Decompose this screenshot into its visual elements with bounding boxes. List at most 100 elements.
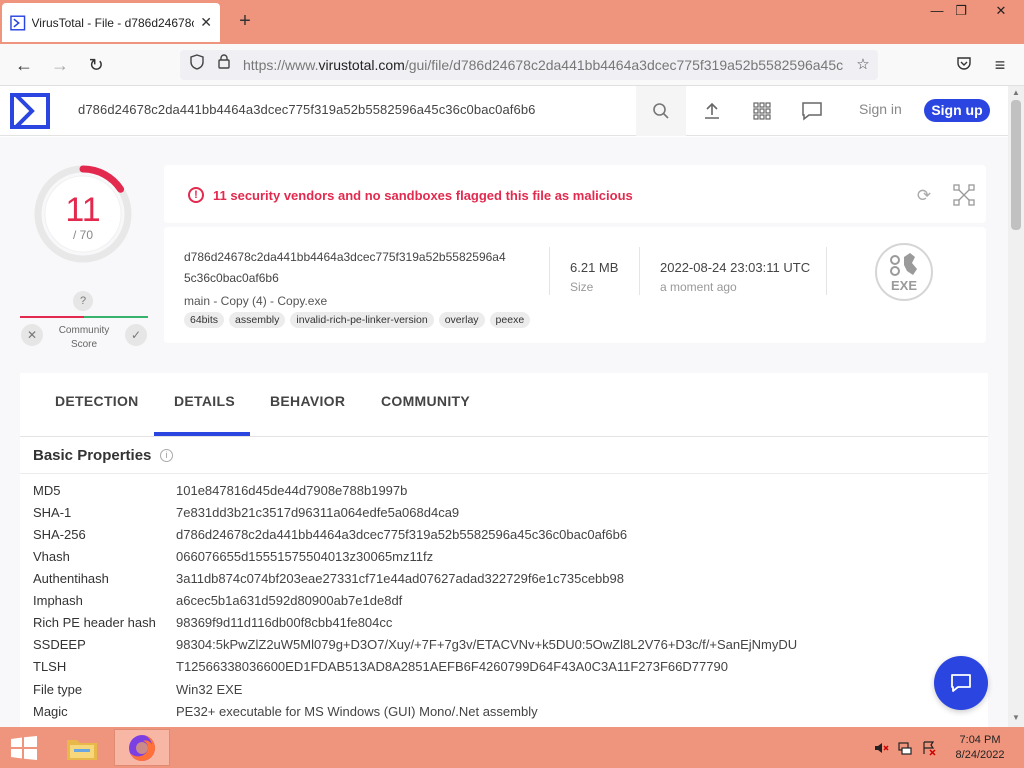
page-content: 11 / 70 ? ✕ Community Score ✓ ! 11 secur… (0, 137, 1008, 727)
system-clock[interactable]: 7:04 PM 8/24/2022 (950, 733, 1010, 763)
close-window-icon[interactable]: ✕ (984, 0, 1018, 22)
alert-text: 11 security vendors and no sandboxes fla… (213, 188, 633, 203)
forward-arrow-icon[interactable]: → (48, 53, 72, 77)
property-key: SHA-256 (33, 527, 86, 542)
apps-grid-icon[interactable] (749, 98, 775, 124)
vote-malicious-icon[interactable]: ✕ (21, 324, 43, 346)
basic-properties-title: Basic Properties (33, 447, 152, 464)
pocket-icon[interactable] (952, 53, 976, 77)
volume-muted-icon[interactable] (873, 740, 889, 756)
analysis-date-value: 2022-08-24 23:03:11 UTC (660, 260, 811, 275)
network-icon[interactable] (897, 740, 913, 756)
reload-icon[interactable]: ↻ (84, 53, 108, 77)
property-row: Imphash a6cec5b1a631d592d80900ab7e1de8df (33, 593, 402, 613)
vote-harmless-icon[interactable]: ✓ (125, 324, 147, 346)
tab-community[interactable]: COMMUNITY (381, 393, 470, 409)
chat-icon (951, 674, 971, 692)
property-value: 98369f9d11d116db00f8cbb41fe804cc (176, 615, 393, 630)
virustotal-logo-icon[interactable] (10, 93, 50, 129)
scroll-up-icon[interactable]: ▲ (1010, 88, 1022, 100)
page-scrollbar[interactable]: ▲ ▼ (1008, 86, 1024, 727)
tag-chip[interactable]: 64bits (184, 312, 225, 328)
detection-total: / 70 (72, 228, 93, 242)
scroll-down-icon[interactable]: ▼ (1010, 713, 1022, 725)
property-row: Authentihash 3a11db874c074bf203eae27331c… (33, 571, 624, 591)
tag-chip[interactable]: invalid-rich-pe-linker-version (290, 312, 434, 328)
property-value: 3a11db874c074bf203eae27331cf71e44ad07627… (176, 571, 624, 586)
file-type-badge: EXE (890, 278, 917, 293)
community-score-label: Community Score (58, 325, 110, 350)
property-row: SSDEEP 98304:5kPwZlZ2uW5Ml079g+D3O7/Xuy/… (33, 637, 797, 657)
sign-up-button[interactable]: Sign up (924, 99, 990, 122)
property-value: Win32 EXE (176, 682, 243, 697)
support-chat-button[interactable] (934, 656, 988, 710)
file-hash-line1: d786d24678c2da441bb4464a3dcec775f319a52b… (184, 250, 506, 264)
tag-chip[interactable]: overlay (438, 312, 485, 328)
report-tabs: DETECTION DETAILS BEHAVIOR COMMUNITY (20, 373, 988, 437)
reanalyze-icon[interactable]: ⟳ (912, 184, 936, 208)
property-row: Rich PE header hash 98369f9d11d116db00f8… (33, 615, 392, 635)
property-value: d786d24678c2da441bb4464a3dcec775f319a52b… (176, 527, 628, 542)
upload-icon[interactable] (699, 98, 725, 124)
sign-in-link[interactable]: Sign in (859, 101, 902, 117)
property-value: T12566338036600ED1FDAB513AD8A2851AEFB6F4… (176, 659, 728, 674)
vt-header: d786d24678c2da441bb4464a3dcec775f319a52b… (0, 86, 1008, 136)
property-value: 98304:5kPwZlZ2uW5Ml079g+D3O7/Xuy/+7F+7g3… (176, 637, 798, 652)
windows-taskbar: 7:04 PM 8/24/2022 (0, 727, 1024, 768)
search-input[interactable]: d786d24678c2da441bb4464a3dcec775f319a52b… (78, 102, 536, 117)
browser-titlebar: VirusTotal - File - d786d24678c2 ✕ + — ❐… (0, 0, 1024, 44)
property-key: Magic (33, 704, 68, 719)
file-info-card: d786d24678c2da441bb4464a3dcec775f319a52b… (164, 227, 986, 343)
file-size-value: 6.21 MB (570, 260, 619, 275)
property-value: 066076655d15551575504013z30065mz11fz (176, 549, 434, 564)
tab-detection[interactable]: DETECTION (55, 393, 139, 409)
property-row: Vhash 066076655d15551575504013z30065mz11… (33, 549, 433, 569)
windows-start-icon[interactable] (10, 736, 38, 760)
chat-bubble-icon[interactable] (799, 98, 825, 124)
file-explorer-taskbar-icon[interactable] (54, 729, 110, 766)
tab-details[interactable]: DETAILS (174, 393, 235, 409)
file-tags: 64bits assembly invalid-rich-pe-linker-v… (184, 312, 531, 328)
divider (549, 247, 550, 295)
action-center-icon[interactable] (921, 740, 937, 756)
property-value: 7e831dd3b21c3517d96311a064edfe5a068d4ca9 (176, 505, 460, 520)
browser-tab-virustotal[interactable]: VirusTotal - File - d786d24678c2 ✕ (2, 3, 220, 42)
tag-chip[interactable]: peexe (489, 312, 531, 328)
detection-count: 11 (65, 191, 101, 229)
property-key: MD5 (33, 483, 61, 498)
community-score-bar (20, 316, 148, 318)
tag-chip[interactable]: assembly (229, 312, 286, 328)
hamburger-menu-icon[interactable]: ≡ (988, 53, 1012, 77)
property-key: SHA-1 (33, 505, 72, 520)
tab-behavior[interactable]: BEHAVIOR (270, 393, 345, 409)
back-arrow-icon[interactable]: ← (12, 53, 36, 77)
url-text[interactable]: https://www.virustotal.com/gui/file/d786… (243, 57, 843, 73)
lock-icon[interactable] (213, 54, 235, 76)
property-key: Rich PE header hash (33, 615, 156, 630)
divider (639, 247, 640, 295)
active-tab-indicator (154, 432, 250, 436)
alert-exclamation-icon: ! (188, 187, 204, 203)
property-value: 101e847816d45de44d7908e788b1997b (176, 483, 408, 498)
property-key: TLSH (33, 659, 67, 674)
similar-files-icon[interactable] (952, 184, 976, 208)
new-tab-icon[interactable]: + (234, 10, 256, 32)
property-row: File type Win32 EXE (33, 682, 242, 702)
scroll-thumb[interactable] (1011, 100, 1021, 230)
restore-icon[interactable]: ❐ (944, 0, 978, 22)
bookmark-star-icon[interactable]: ☆ (852, 54, 874, 76)
property-value: a6cec5b1a631d592d80900ab7e1de8df (176, 593, 403, 608)
url-bar[interactable]: https://www.virustotal.com/gui/file/d786… (180, 50, 878, 80)
clock-date: 8/24/2022 (955, 749, 1005, 761)
analysis-date-label: a moment ago (660, 280, 737, 294)
divider (20, 473, 988, 474)
firefox-taskbar-icon[interactable] (114, 729, 170, 766)
file-hash-line2: 5c36c0bac0af6b6 (184, 271, 279, 285)
tracking-shield-icon[interactable] (186, 54, 208, 76)
search-button[interactable] (636, 86, 686, 136)
tab-close-icon[interactable]: ✕ (200, 14, 212, 31)
property-row: TLSH T12566338036600ED1FDAB513AD8A2851AE… (33, 659, 728, 679)
property-key: Authentihash (33, 571, 109, 586)
property-value: PE32+ executable for MS Windows (GUI) Mo… (176, 704, 538, 719)
info-icon[interactable]: i (160, 449, 173, 462)
